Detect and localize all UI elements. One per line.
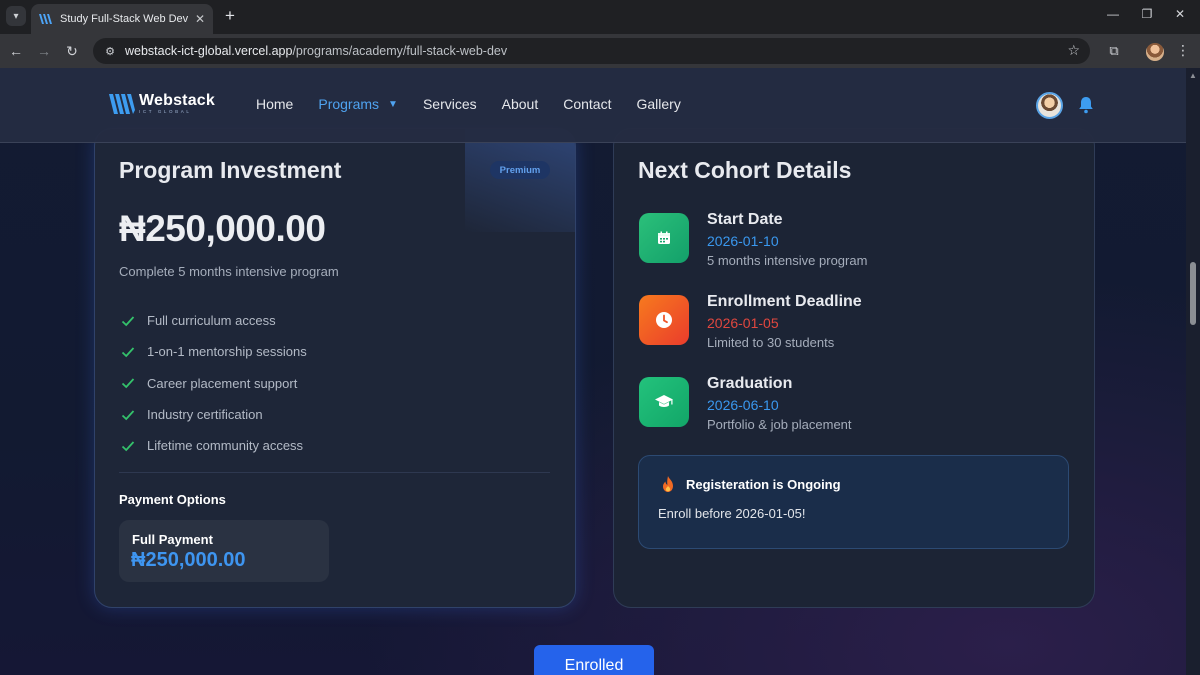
graduation-title: Graduation bbox=[707, 375, 793, 392]
new-tab-icon[interactable]: + bbox=[220, 6, 240, 26]
feature-list: Full curriculum access 1-on-1 mentorship… bbox=[121, 305, 541, 461]
site-settings-icon[interactable]: ⚙ bbox=[103, 44, 117, 58]
start-date-title: Start Date bbox=[707, 211, 783, 228]
calendar-icon bbox=[639, 213, 689, 263]
logo-name: Webstack bbox=[139, 92, 216, 109]
logo-mark-icon bbox=[109, 94, 135, 114]
payment-option-amount: ₦250,000.00 bbox=[131, 549, 246, 571]
reload-icon[interactable]: ↻ bbox=[63, 42, 81, 60]
check-icon bbox=[121, 316, 135, 326]
scroll-up-icon[interactable]: ▲ bbox=[1189, 71, 1197, 80]
divider bbox=[119, 472, 550, 473]
list-item: Lifetime community access bbox=[121, 430, 541, 461]
nav-about[interactable]: About bbox=[502, 96, 539, 112]
premium-badge: Premium bbox=[490, 161, 550, 179]
graduation-date-value: 2026-06-10 bbox=[707, 397, 779, 413]
program-price: ₦250,000.00 bbox=[119, 208, 326, 249]
main-nav: Home Programs ▼ Services About Contact Ga… bbox=[256, 96, 706, 112]
nav-services[interactable]: Services bbox=[423, 96, 477, 112]
check-icon bbox=[121, 409, 135, 420]
payment-option-label: Full Payment bbox=[132, 532, 213, 547]
nav-programs[interactable]: Programs ▼ bbox=[318, 96, 398, 112]
tab-title: Study Full-Stack Web Development bbox=[60, 13, 188, 25]
nav-home[interactable]: Home bbox=[256, 96, 293, 112]
registration-alert: Registeration is Ongoing Enroll before 2… bbox=[638, 455, 1069, 549]
scrollbar-thumb[interactable] bbox=[1190, 262, 1196, 325]
minimize-icon[interactable]: — bbox=[1103, 7, 1123, 21]
alert-text: Enroll before 2026-01-05! bbox=[658, 506, 806, 521]
feature-label: 1-on-1 mentorship sessions bbox=[147, 344, 307, 360]
back-icon[interactable]: ← bbox=[7, 42, 25, 60]
close-tab-icon[interactable]: ✕ bbox=[195, 12, 205, 26]
close-window-icon[interactable]: ✕ bbox=[1170, 7, 1190, 21]
alert-title: Registeration is Ongoing bbox=[686, 477, 841, 492]
enrolled-button[interactable]: Enrolled bbox=[534, 645, 654, 675]
list-item: 1-on-1 mentorship sessions bbox=[121, 336, 541, 367]
browser-menu-icon[interactable]: ⋮ bbox=[1176, 42, 1190, 59]
page-viewport: Webstack ICT GLOBAL Home Programs ▼ Servi… bbox=[0, 68, 1186, 675]
card-glow bbox=[465, 129, 575, 232]
bookmark-star-icon[interactable]: ☆ bbox=[1067, 42, 1080, 59]
nav-contact[interactable]: Contact bbox=[563, 96, 611, 112]
bell-icon[interactable] bbox=[1078, 96, 1094, 114]
forward-icon[interactable]: → bbox=[35, 42, 53, 60]
enrollment-deadline-value: 2026-01-05 bbox=[707, 315, 779, 331]
chevron-down-icon: ▼ bbox=[388, 98, 398, 110]
site-header: Webstack ICT GLOBAL Home Programs ▼ Servi… bbox=[0, 68, 1186, 143]
nav-gallery[interactable]: Gallery bbox=[636, 96, 680, 112]
check-icon bbox=[121, 378, 135, 389]
site-logo[interactable]: Webstack ICT GLOBAL bbox=[109, 92, 215, 116]
graduation-cap-icon bbox=[639, 377, 689, 427]
cohort-title: Next Cohort Details bbox=[638, 157, 852, 183]
address-bar-row: ← → ↻ ⚙ webstack-ict-global.vercel.app/p… bbox=[0, 34, 1200, 68]
enrollment-deadline-item: Enrollment Deadline 2026-01-05 Limited t… bbox=[639, 293, 1059, 355]
logo-tagline: ICT GLOBAL bbox=[139, 109, 192, 114]
start-date-value: 2026-01-10 bbox=[707, 233, 779, 249]
browser-profile-avatar[interactable] bbox=[1146, 43, 1164, 61]
extensions-icon[interactable]: ⧉ bbox=[1105, 42, 1123, 60]
price-subtitle: Complete 5 months intensive program bbox=[119, 264, 339, 279]
start-date-note: 5 months intensive program bbox=[707, 253, 868, 268]
url-text: webstack-ict-global.vercel.app/programs/… bbox=[125, 44, 508, 58]
enrollment-deadline-note: Limited to 30 students bbox=[707, 335, 835, 350]
full-payment-option[interactable]: Full Payment ₦250,000.00 bbox=[119, 520, 329, 582]
start-date-item: Start Date 2026-01-10 5 months intensive… bbox=[639, 211, 1059, 273]
check-icon bbox=[121, 347, 135, 358]
site-favicon bbox=[39, 12, 53, 26]
list-item: Industry certification bbox=[121, 399, 541, 430]
graduation-note: Portfolio & job placement bbox=[707, 417, 852, 432]
list-item: Career placement support bbox=[121, 368, 541, 399]
feature-label: Career placement support bbox=[147, 375, 298, 391]
graduation-item: Graduation 2026-06-10 Portfolio & job pl… bbox=[639, 375, 1059, 437]
investment-title: Program Investment bbox=[119, 157, 342, 183]
clock-icon bbox=[639, 295, 689, 345]
check-icon bbox=[121, 441, 135, 452]
nav-programs-label: Programs bbox=[318, 96, 380, 112]
restore-icon[interactable]: ❐ bbox=[1137, 7, 1157, 21]
user-avatar[interactable] bbox=[1036, 92, 1063, 119]
page-scrollbar[interactable]: ▲ bbox=[1186, 68, 1200, 675]
browser-tab[interactable]: Study Full-Stack Web Development ✕ bbox=[31, 4, 213, 34]
enrollment-deadline-title: Enrollment Deadline bbox=[707, 293, 862, 310]
browser-tab-bar: ▾ Study Full-Stack Web Development ✕ + —… bbox=[0, 0, 1200, 34]
list-item: Full curriculum access bbox=[121, 305, 541, 336]
url-field[interactable]: ⚙ webstack-ict-global.vercel.app/program… bbox=[93, 38, 1090, 64]
feature-label: Full curriculum access bbox=[147, 313, 276, 329]
tab-search-icon[interactable]: ▾ bbox=[6, 6, 26, 26]
feature-label: Industry certification bbox=[147, 407, 263, 423]
feature-label: Lifetime community access bbox=[147, 438, 304, 454]
fire-icon bbox=[663, 476, 673, 492]
payment-options-title: Payment Options bbox=[119, 492, 226, 507]
